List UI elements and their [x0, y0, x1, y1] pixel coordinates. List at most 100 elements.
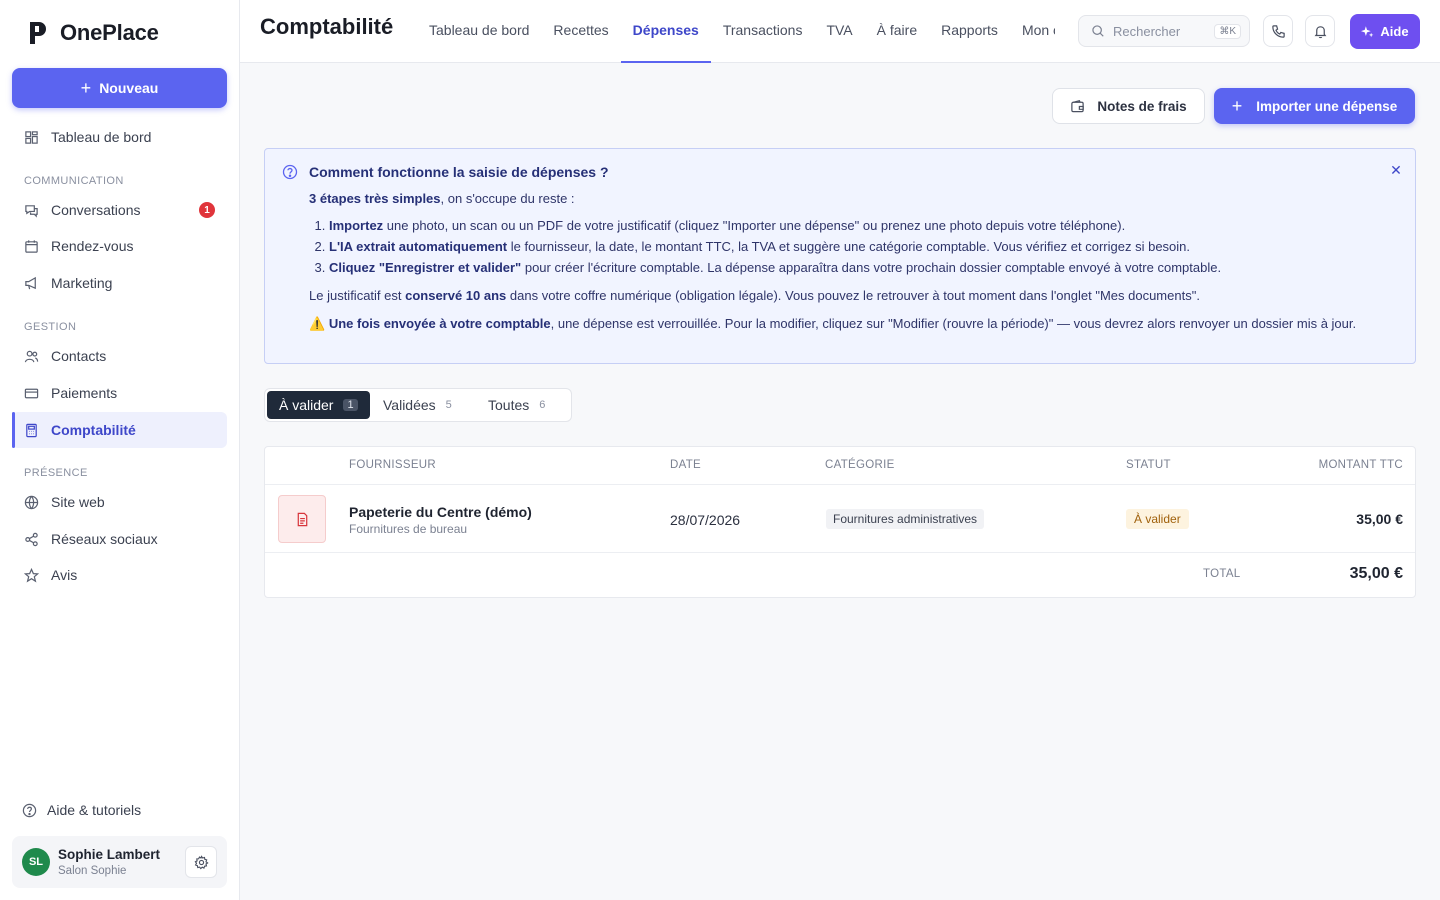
column-header-category[interactable]: CATÉGORIE [825, 459, 895, 471]
sidebar: OnePlace + Nouveau Tableau de bord COMMU… [0, 0, 240, 900]
tab-vat[interactable]: TVA [814, 0, 864, 63]
phone-button[interactable] [1263, 15, 1293, 47]
wallet-icon [1071, 99, 1085, 112]
info-step: Cliquez "Enregistrer et valider" pour cr… [329, 257, 1369, 278]
users-icon [24, 350, 39, 362]
info-retention-b: dans votre coffre numérique (obligation … [506, 288, 1200, 303]
sidebar-item-website[interactable]: Site web [12, 484, 227, 520]
help-tutorials-link[interactable]: Aide & tutoriels [22, 802, 141, 818]
section-label-communication: COMMUNICATION [24, 175, 124, 187]
sidebar-item-accounting[interactable]: Comptabilité [12, 412, 227, 448]
sidebar-item-label: Réseaux sociaux [51, 531, 158, 547]
share-icon [25, 532, 38, 546]
filter-tab-count: 1 [343, 399, 358, 411]
search-box[interactable]: ⌘K [1078, 15, 1250, 47]
module-tabs: Tableau de bord Recettes Dépenses Transacti… [417, 0, 1055, 63]
sidebar-item-payments[interactable]: Paiements [12, 375, 227, 411]
info-retention-a: Le justificatif est [309, 288, 406, 303]
sidebar-item-marketing[interactable]: Marketing [12, 265, 227, 301]
page-title: Comptabilité [260, 14, 394, 39]
help-circle-icon [282, 164, 298, 180]
unread-badge: 1 [199, 202, 215, 218]
total-amount: 35,00 € [1349, 565, 1403, 582]
megaphone-icon [25, 276, 36, 289]
divider [265, 552, 1415, 553]
info-warning: ⚠️ Une fois envoyée à votre comptable, u… [309, 313, 1369, 334]
info-retention-bold: conservé 10 ans [405, 288, 507, 303]
new-button[interactable]: + Nouveau [12, 68, 227, 108]
sidebar-item-label: Contacts [51, 348, 107, 364]
tab-income[interactable]: Recettes [541, 0, 620, 63]
column-header-amount[interactable]: MONTANT TTC [1319, 459, 1403, 471]
section-label-gestion: GESTION [24, 321, 77, 333]
filter-tab-label: Toutes [488, 397, 530, 413]
settings-button[interactable] [185, 846, 217, 878]
filter-tab-label: À valider [279, 397, 334, 413]
chat-icon [25, 204, 38, 218]
column-header-status[interactable]: STATUT [1126, 459, 1171, 471]
document-icon [297, 512, 307, 526]
divider [265, 484, 1415, 485]
sidebar-item-reviews[interactable]: Avis [12, 557, 227, 593]
filter-tab-count: 6 [539, 399, 546, 411]
sidebar-item-conversations[interactable]: Conversations 1 [12, 192, 227, 228]
sidebar-item-label: Tableau de bord [51, 129, 152, 145]
tab-accountant[interactable]: Mon comptable [1010, 0, 1055, 63]
sidebar-item-label: Avis [51, 567, 78, 583]
user-name: Sophie Lambert [58, 847, 161, 862]
bell-icon [1314, 25, 1326, 38]
avatar: SL [22, 848, 50, 876]
user-info: Sophie Lambert Salon Sophie [58, 847, 160, 877]
receipt-thumbnail[interactable] [278, 495, 326, 543]
info-body: 3 étapes très simples, on s'occupe du re… [309, 188, 1369, 334]
search-input[interactable] [1113, 23, 1213, 39]
help-button[interactable]: Aide [1350, 14, 1420, 49]
star-icon [24, 567, 39, 582]
tab-transactions[interactable]: Transactions [711, 0, 815, 63]
user-business: Salon Sophie [58, 865, 127, 877]
sidebar-item-label: Rendez-vous [51, 238, 134, 254]
user-card[interactable]: SL Sophie Lambert Salon Sophie [12, 836, 227, 888]
info-step-text: le fournisseur, la date, le montant TTC,… [507, 239, 1191, 254]
gear-icon [194, 854, 209, 869]
column-header-date[interactable]: DATE [670, 459, 701, 471]
info-intro-bold: 3 étapes très simples [309, 191, 441, 206]
tab-todo[interactable]: À faire [865, 0, 929, 63]
filter-tab-all[interactable]: Toutes 6 [476, 391, 557, 419]
tab-reports[interactable]: Rapports [929, 0, 1010, 63]
filter-tab-count: 5 [445, 399, 452, 411]
search-shortcut: ⌘K [1214, 23, 1241, 39]
column-header-supplier[interactable]: FOURNISSEUR [349, 459, 436, 471]
expense-notes-button[interactable]: Notes de frais [1052, 88, 1205, 124]
supplier-description: Fournitures de bureau [349, 522, 468, 536]
notifications-button[interactable] [1305, 15, 1335, 47]
info-step-text: pour créer l'écriture comptable. La dépe… [521, 260, 1222, 275]
status-badge: À valider [1126, 509, 1189, 529]
globe-icon [24, 495, 39, 509]
sidebar-item-social[interactable]: Réseaux sociaux [12, 521, 227, 557]
top-bar: Comptabilité Tableau de bord Recettes Dépe… [240, 0, 1440, 63]
filter-tab-label: Validées [383, 397, 436, 413]
info-step-bold: L'IA extrait automatiquement [329, 239, 508, 254]
sidebar-item-dashboard[interactable]: Tableau de bord [12, 119, 227, 155]
phone-icon [1271, 24, 1285, 38]
plus-icon: + [1231, 96, 1243, 116]
expense-notes-label: Notes de frais [1097, 98, 1187, 114]
warning-icon: ⚠️ [309, 316, 326, 331]
filter-tab-to-validate[interactable]: À valider 1 [267, 391, 370, 419]
brand[interactable]: OnePlace [28, 20, 159, 46]
import-expense-button[interactable]: + Importer une dépense [1214, 88, 1415, 124]
sidebar-item-label: Marketing [51, 275, 113, 291]
filter-tab-validated[interactable]: Validées 5 [371, 391, 464, 419]
tab-dashboard[interactable]: Tableau de bord [417, 0, 541, 63]
sparkles-icon [1361, 26, 1374, 38]
expense-date: 28/07/2026 [670, 512, 741, 528]
tab-expenses[interactable]: Dépenses [620, 0, 711, 63]
calendar-icon [25, 239, 38, 253]
help-link-label: Aide & tutoriels [47, 802, 142, 818]
info-step-text: une photo, un scan ou un PDF de votre ju… [383, 218, 1126, 233]
close-icon[interactable]: ✕ [1387, 161, 1405, 179]
sidebar-item-appointments[interactable]: Rendez-vous [12, 228, 227, 264]
expense-amount: 35,00 € [1356, 511, 1403, 527]
sidebar-item-contacts[interactable]: Contacts [12, 338, 227, 374]
